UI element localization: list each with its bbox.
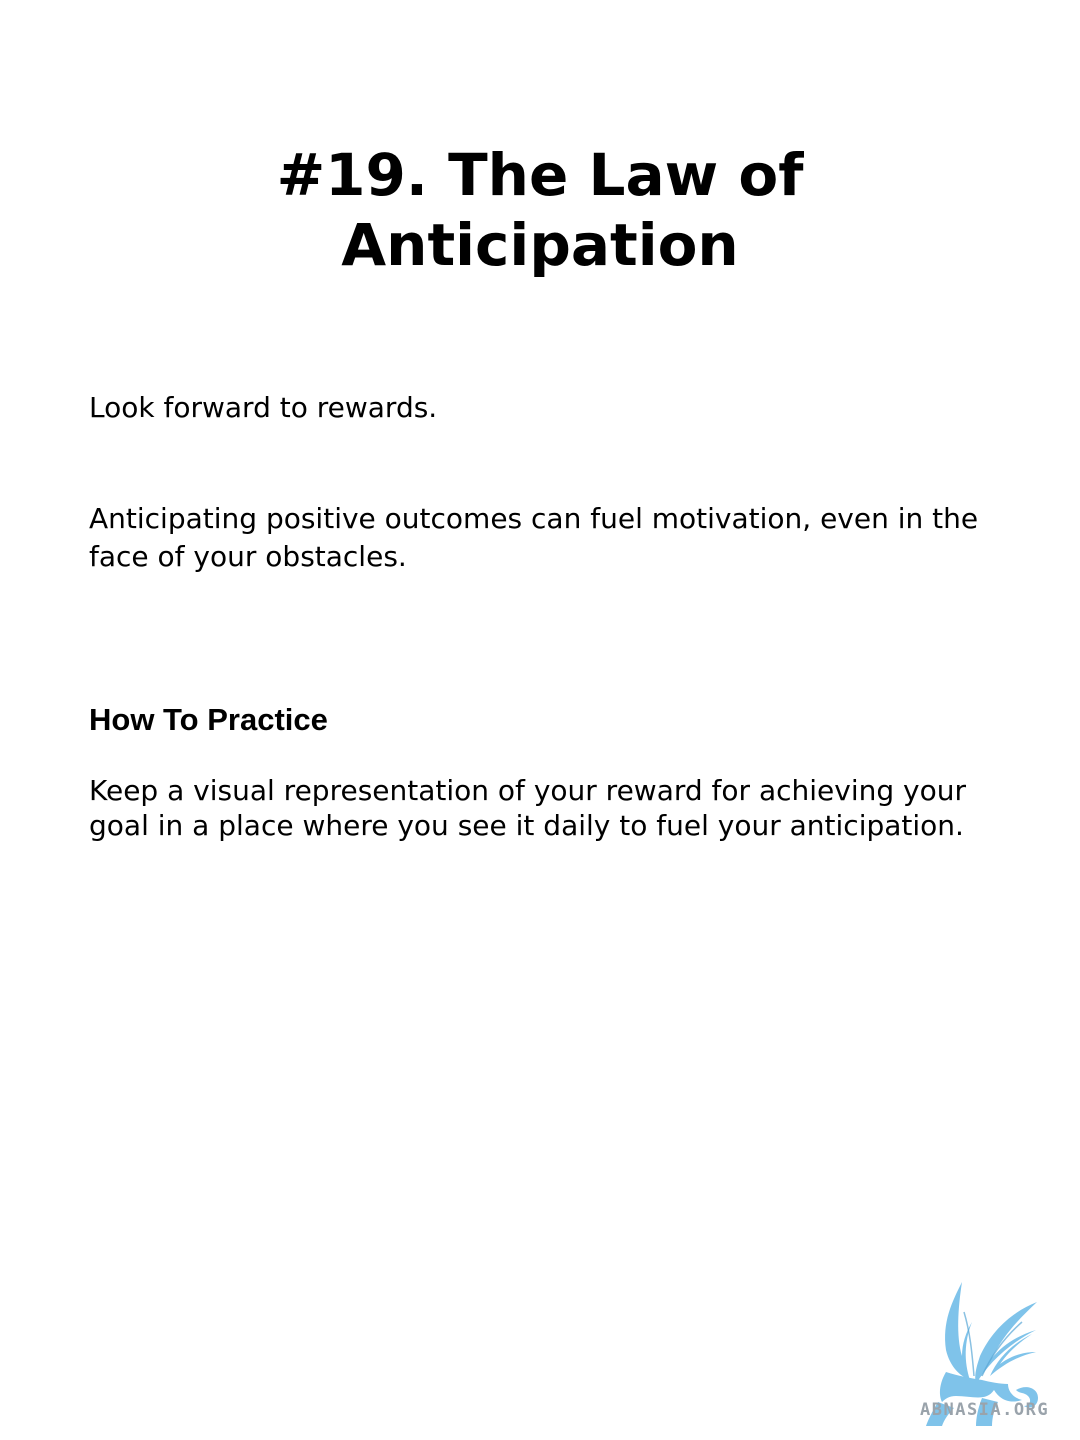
- page-title: #19. The Law of Anticipation: [0, 140, 1080, 280]
- explanation-text: Anticipating positive outcomes can fuel …: [89, 502, 979, 573]
- intro-text: Look forward to rewards.: [89, 391, 438, 424]
- page-title-line-2: Anticipation: [341, 211, 739, 279]
- watermark-text: ABNASIA.ORG: [920, 1400, 1050, 1420]
- page-title-line-1: #19. The Law of: [276, 141, 804, 209]
- practice-heading: How To Practice: [89, 702, 328, 737]
- practice-body: Keep a visual representation of your rew…: [89, 774, 966, 842]
